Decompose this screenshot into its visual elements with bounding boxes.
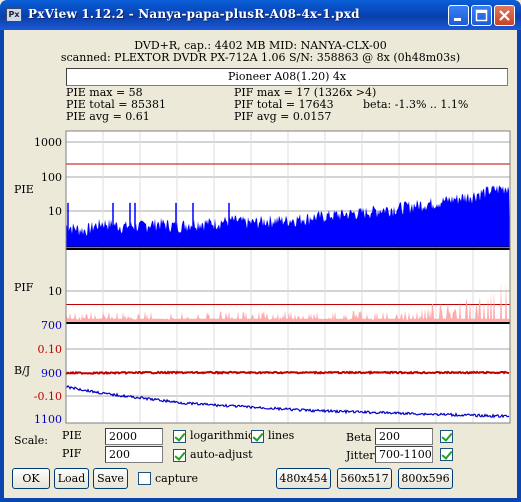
- pie-tick-10: 10: [48, 205, 62, 218]
- pxview-app-icon: Px: [6, 8, 22, 22]
- jitter-scale-input[interactable]: 700-1100: [375, 446, 433, 463]
- logarithmic-checkbox[interactable]: [173, 430, 186, 443]
- pif-tick-10: 10: [48, 285, 62, 298]
- jitter-tick-1100: 1100: [34, 413, 62, 426]
- beta-tick-neg: -0.10: [33, 390, 62, 403]
- plot-area: [66, 131, 510, 423]
- minimize-button[interactable]: [448, 5, 469, 26]
- beta-range: beta: -1.3% .. 1.1%: [363, 98, 469, 111]
- jitter-tick-700: 700: [41, 319, 62, 332]
- maximize-icon: [475, 9, 488, 22]
- pif-avg: PIF avg = 0.0157: [234, 110, 332, 123]
- size-560-button[interactable]: 560x517: [337, 468, 392, 489]
- beta-tick-pos: 0.10: [37, 343, 63, 356]
- lines-checkbox[interactable]: [251, 430, 264, 443]
- jitter-tick-900: 900: [41, 367, 62, 380]
- jitter-checkbox[interactable]: [440, 448, 453, 461]
- pie-tick-100: 100: [41, 171, 62, 184]
- minimize-icon: [454, 18, 461, 21]
- size-480-button[interactable]: 480x454: [276, 468, 331, 489]
- jitter-scale-label: Jitter: [346, 449, 375, 462]
- beta-scale-input[interactable]: 200: [375, 428, 433, 445]
- pif-scale-label: PIF: [62, 447, 82, 460]
- scale-label: Scale:: [14, 434, 48, 447]
- title-bar[interactable]: Px PxView 1.12.2 - Nanya-papa-plusR-A08-…: [0, 0, 521, 30]
- auto-adjust-checkbox[interactable]: [173, 449, 186, 462]
- pie-tick-1000: 1000: [34, 136, 62, 149]
- beta-checkbox[interactable]: [440, 430, 453, 443]
- close-button[interactable]: [494, 5, 515, 26]
- pie-avg: PIE avg = 0.61: [66, 110, 150, 123]
- capture-checkbox[interactable]: [138, 472, 151, 485]
- capture-label: capture: [155, 472, 199, 485]
- window-title: PxView 1.12.2 - Nanya-papa-plusR-A08-4x-…: [28, 7, 360, 21]
- ok-button[interactable]: OK: [12, 468, 50, 489]
- save-button[interactable]: Save: [93, 468, 128, 489]
- auto-adjust-label: auto-adjust: [190, 448, 253, 461]
- maximize-button[interactable]: [471, 5, 492, 26]
- logarithmic-label: logarithmic: [190, 429, 255, 442]
- pie-scale-input[interactable]: 2000: [105, 428, 163, 445]
- drive-field[interactable]: Pioneer A08(1.20) 4x: [66, 68, 508, 86]
- lines-label: lines: [268, 429, 295, 442]
- size-800-button[interactable]: 800x596: [398, 468, 453, 489]
- load-button[interactable]: Load: [54, 468, 89, 489]
- pie-scale-label: PIE: [62, 429, 82, 442]
- pie-axis-label: PIE: [14, 183, 34, 196]
- pif-scale-input[interactable]: 200: [105, 446, 163, 463]
- close-icon: [499, 10, 510, 21]
- scan-info: scanned: PLEXTOR DVDR PX-712A 1.06 S/N: …: [60, 51, 461, 64]
- beta-scale-label: Beta: [346, 431, 372, 444]
